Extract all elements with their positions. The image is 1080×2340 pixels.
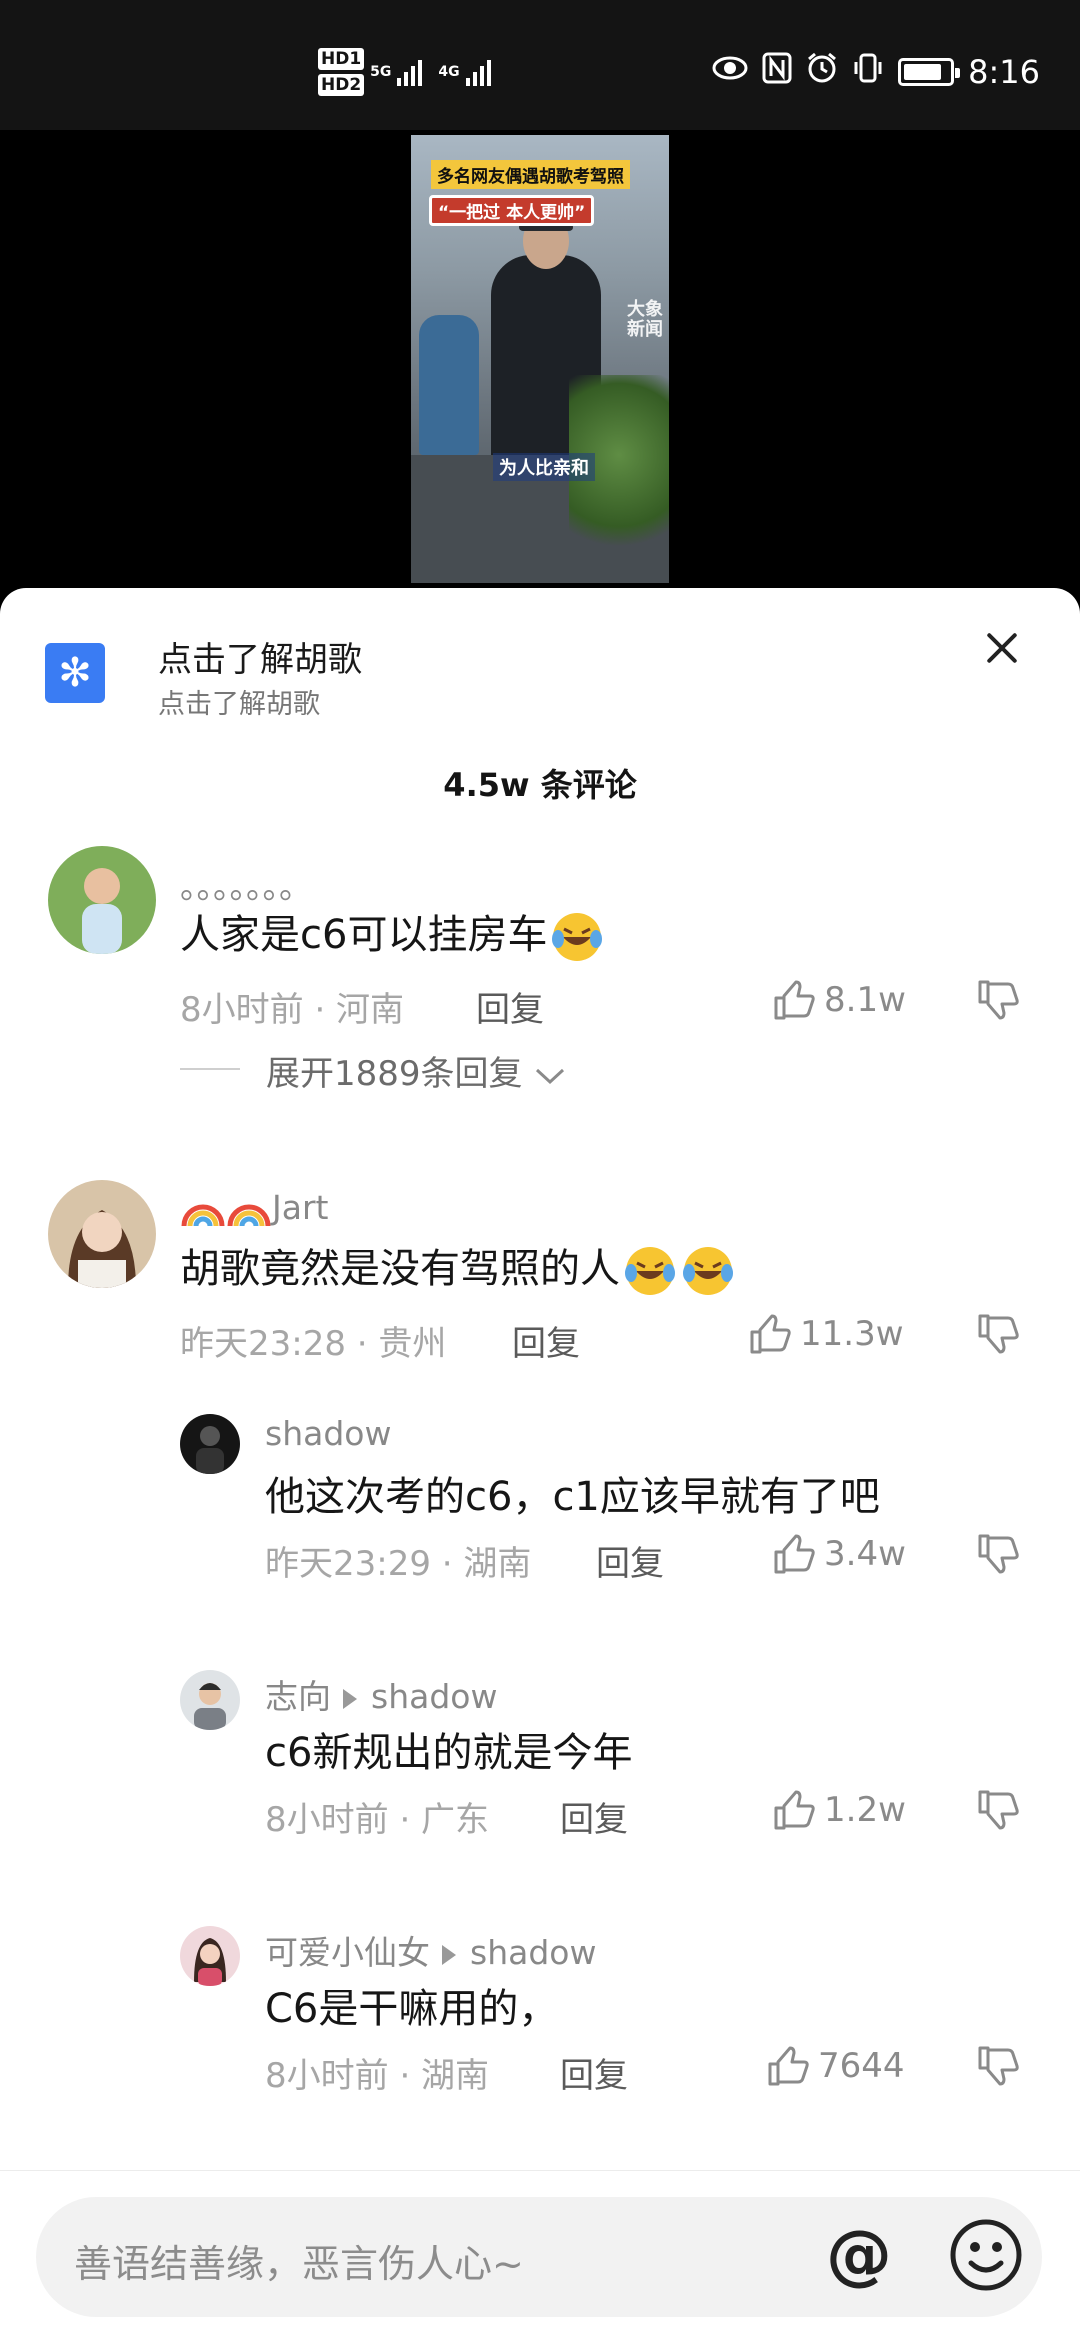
commenter-name[interactable]: Jart: [180, 1188, 328, 1230]
emoji-smile-icon[interactable]: [948, 2217, 1024, 2293]
rainbow-emoji-icon: [181, 1204, 225, 1226]
network-4g-label: 4G: [438, 64, 460, 80]
expand-replies-button[interactable]: 展开1889条回复: [266, 1046, 567, 1095]
like-button[interactable]: 11.3w: [748, 1312, 904, 1356]
comment-input-bar: 善语结善缘，恶言伤人心~ @: [0, 2170, 1080, 2340]
expand-divider: [180, 1068, 240, 1070]
thumbs-down-icon[interactable]: [976, 1532, 1020, 1576]
comment-input[interactable]: 善语结善缘，恶言伤人心~ @: [36, 2197, 1042, 2317]
hd2-badge: HD2: [318, 74, 365, 96]
comment-text-content: 胡歌竟然是没有驾照的人: [180, 1246, 620, 1292]
comment-text: 胡歌竟然是没有驾照的人: [180, 1236, 736, 1299]
laughing-tears-emoji-icon: [552, 913, 603, 961]
comment-count: 4.5w 条评论: [443, 766, 637, 804]
nfc-icon: [762, 52, 792, 91]
clock: 8:16: [968, 52, 1040, 91]
signal-group: HD1 HD2 5G 4G: [318, 48, 491, 96]
thumbs-down-icon[interactable]: [976, 1312, 1020, 1356]
reply-button[interactable]: 回复: [596, 1536, 664, 1585]
comment-meta: 8小时前 · 湖南: [265, 2056, 490, 2096]
battery-icon: [898, 57, 961, 86]
like-button[interactable]: 8.1w: [772, 978, 906, 1022]
network-5g-label: 5G: [370, 64, 392, 80]
thumbs-down-icon[interactable]: [976, 978, 1020, 1022]
like-button[interactable]: 1.2w: [772, 1788, 906, 1832]
status-icons: 8:16: [712, 52, 1040, 91]
thumbs-up-icon: [774, 1534, 815, 1574]
vibrate-icon: [852, 52, 884, 91]
video-player[interactable]: 多名网友偶遇胡歌考驾照 “一把过 本人更帅” 大象新闻 为人比亲和: [0, 130, 1080, 590]
commenter-name-text: Jart: [272, 1188, 329, 1227]
eye-icon: [712, 54, 748, 89]
like-count: 8.1w: [824, 980, 906, 1020]
comment-meta: 昨天23:28 · 贵州: [180, 1324, 447, 1364]
video-caption: 为人比亲和: [493, 453, 595, 481]
reply-arrow-icon: [442, 1944, 456, 1965]
thumbs-up-icon: [768, 2046, 809, 2086]
thumbs-up-icon: [750, 1314, 791, 1354]
reply-target-name[interactable]: shadow: [371, 1677, 497, 1716]
thumbs-down-icon[interactable]: [976, 1788, 1020, 1832]
reply-text: 他这次考的c6，c1应该早就有了吧: [265, 1474, 880, 1520]
reply-button[interactable]: 回复: [560, 2048, 628, 2097]
like-button[interactable]: 3.4w: [772, 1532, 906, 1576]
hd1-badge: HD1: [318, 48, 365, 70]
like-button[interactable]: 7644: [766, 2044, 905, 2088]
thumbs-down-icon[interactable]: [976, 2044, 1020, 2088]
reply-button[interactable]: 回复: [512, 1316, 580, 1365]
laughing-tears-emoji-icon: [683, 1247, 733, 1295]
like-count: 7644: [818, 2046, 905, 2086]
reply-target-name[interactable]: shadow: [470, 1933, 596, 1972]
avatar[interactable]: [180, 1670, 240, 1730]
alarm-icon: [806, 52, 838, 91]
commenter-name[interactable]: 。。。。。。。: [180, 860, 312, 908]
comment-meta: 昨天23:29 · 湖南: [265, 1544, 532, 1584]
video-title: 多名网友偶遇胡歌考驾照: [431, 160, 630, 189]
commenter-name[interactable]: 可爱小仙女 shadow: [265, 1926, 596, 1974]
comment-text: 人家是c6可以挂房车: [180, 902, 605, 965]
chevron-down-icon: [536, 1068, 565, 1084]
comment-meta: 8小时前 · 河南: [180, 990, 405, 1030]
avatar[interactable]: [48, 846, 156, 954]
laughing-tears-emoji-icon: [625, 1247, 675, 1295]
commenter-name-text: 可爱小仙女: [265, 1933, 430, 1972]
commenter-name[interactable]: shadow: [265, 1414, 391, 1453]
avatar[interactable]: [180, 1926, 240, 1986]
signal-bars-icon: [465, 58, 491, 86]
reply-text: C6是干嘛用的，: [265, 1986, 559, 2032]
thumbs-up-icon: [774, 1790, 815, 1830]
close-icon[interactable]: [980, 626, 1024, 670]
rainbow-emoji-icon: [227, 1204, 271, 1226]
promo-subtitle: 点击了解胡歌: [158, 689, 320, 720]
video-watermark: 大象新闻: [627, 299, 663, 340]
reply-arrow-icon: [343, 1688, 357, 1709]
comment-sheet: ✻ 点击了解胡歌 点击了解胡歌 4.5w 条评论 。。。。。。。 人家是c6可以…: [0, 588, 1080, 2340]
promo-title[interactable]: 点击了解胡歌: [158, 632, 362, 681]
signal-bars-icon: [397, 58, 423, 86]
comment-text-content: 人家是c6可以挂房车: [180, 912, 548, 958]
video-figure-officer: [419, 315, 479, 455]
avatar[interactable]: [180, 1414, 240, 1474]
thumbs-up-icon: [774, 980, 815, 1020]
like-count: 11.3w: [800, 1314, 904, 1354]
status-bar: HD1 HD2 5G 4G 8:16: [0, 0, 1080, 130]
reply-button[interactable]: 回复: [476, 982, 544, 1031]
video-thumbnail[interactable]: 多名网友偶遇胡歌考驾照 “一把过 本人更帅” 大象新闻 为人比亲和: [411, 135, 669, 583]
promo-banner[interactable]: ✻ 点击了解胡歌 点击了解胡歌: [0, 588, 1080, 738]
comment-meta: 8小时前 · 广东: [265, 1800, 490, 1840]
commenter-name-text: 志向: [265, 1677, 331, 1716]
avatar[interactable]: [48, 1180, 156, 1288]
video-subtitle: “一把过 本人更帅”: [429, 195, 595, 226]
like-count: 3.4w: [824, 1534, 906, 1574]
reply-text: c6新规出的就是今年: [265, 1730, 633, 1776]
commenter-name[interactable]: 志向 shadow: [265, 1670, 497, 1718]
expand-replies-label: 展开1889条回复: [266, 1054, 523, 1094]
comment-input-placeholder: 善语结善缘，恶言伤人心~: [74, 2242, 524, 2286]
mention-at-icon[interactable]: @: [826, 2215, 892, 2295]
reply-button[interactable]: 回复: [560, 1792, 628, 1841]
like-count: 1.2w: [824, 1790, 906, 1830]
asterisk-app-icon: ✻: [45, 643, 105, 703]
